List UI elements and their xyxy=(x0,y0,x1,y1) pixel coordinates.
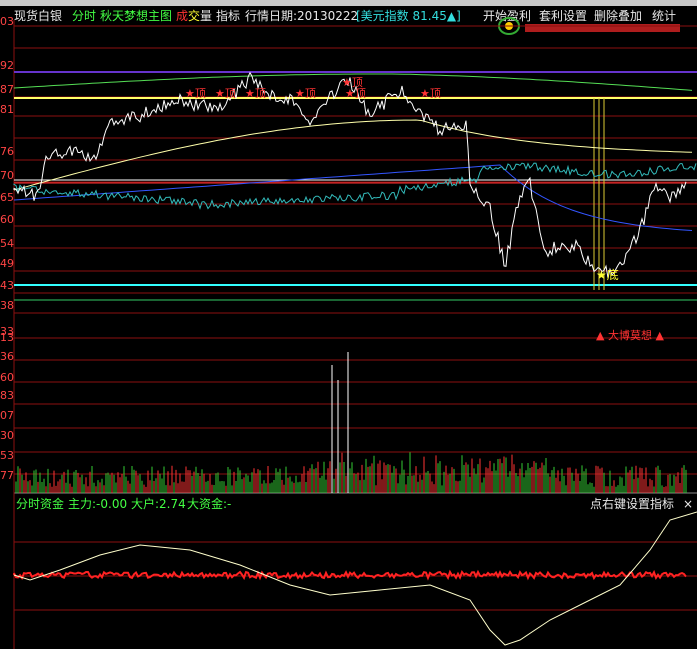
price-tick-label: 81 xyxy=(0,103,14,116)
price-tick-label: 49 xyxy=(0,257,14,270)
close-icon[interactable]: × xyxy=(683,496,693,512)
volume-tick-label: 60 xyxy=(0,371,14,384)
price-tick-label: 87 xyxy=(0,83,14,96)
volume-tick-label: 36 xyxy=(0,350,14,363)
indicator-settings-hint[interactable]: 点右键设置指标 xyxy=(590,496,674,512)
top-marker-icon: ★顶 xyxy=(295,87,316,100)
marker-caption: ▲ 大博莫想 ▲ xyxy=(596,328,664,342)
volume-tick-label: 13 xyxy=(0,331,14,344)
price-tick-label: 70 xyxy=(0,169,14,182)
price-tick-label: 54 xyxy=(0,237,14,250)
indicator-title[interactable]: 分时资金 xyxy=(16,496,64,512)
indicator-header: 分时资金 主力:-0.00 大户:2.74 大资金:- 点右键设置指标 × xyxy=(0,496,697,512)
top-marker-icon: ★顶 xyxy=(215,87,236,100)
ma-line-blue xyxy=(13,164,693,231)
top-marker-icon: ★顶 xyxy=(185,87,206,100)
price-tick-label: 65 xyxy=(0,191,14,204)
volume-tick-label: 07 xyxy=(0,409,14,422)
main-force-value: 主力:-0.00 xyxy=(68,497,128,511)
volume-tick-label: 77 xyxy=(0,469,14,482)
price-tick-label: 92 xyxy=(0,59,14,72)
price-tick-label: 43 xyxy=(0,279,14,292)
volume-tick-label: 53 xyxy=(0,449,14,462)
main-force-line xyxy=(13,569,687,581)
volume-tick-label: 30 xyxy=(0,429,14,442)
price-tick-label: 76 xyxy=(0,145,14,158)
big-fund-value: 大资金:- xyxy=(187,497,232,511)
top-marker-icon: ★顶 xyxy=(342,76,363,89)
price-tick-label: 03 xyxy=(0,15,14,28)
price-tick-label: 60 xyxy=(0,213,14,226)
volume-tick-label: 83 xyxy=(0,389,14,402)
price-tick-label: 38 xyxy=(0,299,14,312)
trading-screen: 现货白银 分时 秋天梦想主图 成 交 量 指标 行情日期:20130222 [美… xyxy=(0,0,697,649)
big-holder-value: 大户:2.74 xyxy=(131,497,186,511)
chart-canvas[interactable]: ★顶 ★顶 ★顶 ★顶 ★顶 ★顶★顶★底▲ 大博莫想 ▲ xyxy=(0,0,697,649)
top-marker-icon: ★顶 xyxy=(245,87,266,100)
bottom-marker-icon: ★底 xyxy=(596,267,619,282)
top-marker-icon: ★顶 xyxy=(420,87,441,100)
